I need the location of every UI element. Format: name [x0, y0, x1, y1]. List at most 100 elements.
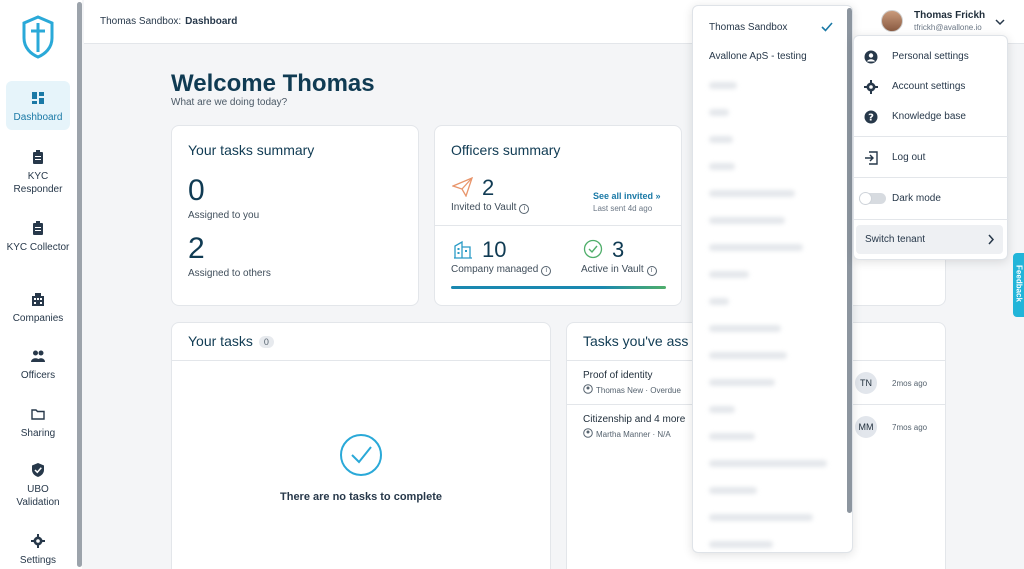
breadcrumb-page: Dashboard	[185, 16, 238, 27]
sidebar-item-label: Companies	[12, 313, 64, 324]
empty-tasks-message: There are no tasks to complete	[280, 491, 442, 503]
feedback-label: Feedback	[1014, 265, 1024, 302]
people-icon	[31, 350, 45, 362]
active-count[interactable]: 3	[612, 237, 624, 263]
task-time: 2mos ago	[892, 379, 928, 388]
user-menu: Personal settings Account settings ? Kno…	[853, 35, 1009, 260]
chevron-right-icon	[988, 234, 995, 245]
blurred-tenant[interactable]	[709, 325, 781, 332]
divider	[435, 225, 681, 226]
assignee-avatar[interactable]: MM	[855, 416, 877, 438]
sidebar-item-label: Sharing	[20, 428, 56, 439]
blurred-tenant[interactable]	[709, 514, 813, 521]
sidebar-item-kyc-collector[interactable]: KYC Collector	[6, 221, 70, 254]
sidebar-item-sharing[interactable]: Sharing	[6, 407, 70, 440]
blurred-tenant[interactable]	[709, 217, 785, 224]
blurred-tenant[interactable]	[709, 406, 735, 413]
info-icon[interactable]: i	[646, 266, 657, 276]
divider	[854, 219, 1009, 220]
sidebar: Dashboard KYC Responder KYC Collector Co…	[0, 0, 78, 569]
dashboard-icon	[32, 92, 44, 104]
blurred-tenant[interactable]	[709, 352, 787, 359]
assignee-avatar[interactable]: TN	[855, 372, 877, 394]
assigned-to-others-count[interactable]: 2	[188, 232, 205, 266]
sidebar-scrollbar[interactable]	[77, 0, 82, 569]
info-icon[interactable]: i	[519, 204, 530, 214]
blurred-tenant[interactable]	[709, 163, 735, 170]
officers-summary-card: Officers summary 2 Invited to Vault i See…	[434, 125, 682, 306]
check-circle-icon	[583, 239, 603, 259]
blurred-tenant[interactable]	[709, 244, 803, 251]
blurred-tenant[interactable]	[709, 82, 737, 89]
assigned-to-you-label: Assigned to you	[188, 210, 260, 221]
divider	[854, 177, 1009, 178]
user-email: tfrickh@avallone.io	[914, 23, 982, 32]
company-managed-count[interactable]: 10	[482, 237, 506, 263]
user-circle-icon	[583, 384, 593, 394]
sidebar-item-companies[interactable]: Companies	[6, 292, 70, 325]
blurred-tenant[interactable]	[709, 271, 749, 278]
card-title: Your tasks 0	[188, 333, 274, 349]
blurred-tenant[interactable]	[709, 460, 827, 467]
switch-tenant-item[interactable]: Switch tenant	[856, 225, 1003, 254]
assigned-to-others-label: Assigned to others	[188, 268, 271, 279]
svg-text:?: ?	[868, 113, 874, 124]
tenant-item-thomas-sandbox[interactable]: Thomas Sandbox	[709, 22, 787, 33]
blurred-tenant[interactable]	[709, 109, 729, 116]
active-label: Active in Vault i	[581, 264, 657, 276]
help-circle-icon: ?	[864, 110, 878, 124]
user-circle-icon	[583, 428, 593, 438]
blurred-tenant[interactable]	[709, 379, 775, 386]
sidebar-item-kyc-responder[interactable]: KYC Responder	[6, 150, 70, 196]
task-title[interactable]: Proof of identity	[583, 370, 652, 381]
blurred-tenant[interactable]	[709, 136, 733, 143]
invited-count[interactable]: 2	[482, 175, 494, 201]
your-tasks-card: Your tasks 0 There are no tasks to comple…	[171, 322, 551, 569]
sidebar-item-officers[interactable]: Officers	[6, 349, 70, 382]
info-icon[interactable]: i	[541, 266, 552, 276]
check-icon	[821, 22, 833, 32]
switch-tenant-label: Switch tenant	[865, 234, 926, 245]
sidebar-item-label: UBO Validation	[16, 484, 60, 508]
dark-mode-toggle[interactable]	[859, 192, 886, 205]
sidebar-item-label: Dashboard	[13, 112, 63, 123]
invited-label: Invited to Vault i	[451, 202, 530, 214]
tenant-dropdown: Thomas Sandbox Avallone ApS - testing	[692, 5, 853, 553]
logout-icon	[865, 151, 878, 165]
user-avatar[interactable]	[881, 10, 903, 32]
page-title: Welcome Thomas	[171, 70, 375, 97]
gear-icon	[31, 534, 45, 548]
last-sent-note: Last sent 4d ago	[593, 204, 653, 213]
sidebar-item-label: KYC Responder	[13, 171, 63, 195]
chevron-down-icon[interactable]	[995, 17, 1005, 27]
building-icon	[32, 293, 44, 306]
blurred-tenant[interactable]	[709, 541, 773, 548]
sidebar-item-label: Officers	[20, 370, 56, 381]
tasks-summary-card: Your tasks summary 0 Assigned to you 2 A…	[171, 125, 419, 306]
blurred-tenant[interactable]	[709, 433, 755, 440]
page-subtitle: What are we doing today?	[171, 97, 288, 108]
breadcrumb: Thomas Sandbox: Dashboard	[100, 16, 237, 27]
shield-check-icon	[32, 463, 44, 477]
sidebar-item-dashboard[interactable]: Dashboard	[6, 81, 70, 130]
breadcrumb-tenant[interactable]: Thomas Sandbox:	[100, 16, 181, 27]
blurred-tenant[interactable]	[709, 190, 795, 197]
user-name[interactable]: Thomas Frickh	[914, 10, 985, 21]
company-managed-label: Company managed i	[451, 264, 552, 276]
blurred-tenant[interactable]	[709, 298, 729, 305]
shield-sword-logo-icon[interactable]	[21, 14, 55, 60]
sidebar-item-ubo-validation[interactable]: UBO Validation	[6, 463, 70, 509]
tenant-item-avallone[interactable]: Avallone ApS - testing	[709, 51, 807, 62]
feedback-tab[interactable]: Feedback	[1013, 253, 1024, 317]
assigned-to-you-count[interactable]: 0	[188, 174, 205, 208]
divider	[854, 136, 1009, 137]
sidebar-item-settings[interactable]: Settings	[6, 534, 70, 567]
tenant-dropdown-scrollbar[interactable]	[847, 8, 852, 513]
task-title[interactable]: Citizenship and 4 more	[583, 414, 685, 425]
sidebar-item-label: KYC Collector	[6, 242, 70, 253]
see-all-invited-link[interactable]: See all invited »	[593, 191, 661, 201]
clipboard-icon	[33, 150, 43, 164]
folder-icon	[31, 409, 45, 420]
gear-icon	[864, 80, 878, 94]
blurred-tenant[interactable]	[709, 487, 757, 494]
